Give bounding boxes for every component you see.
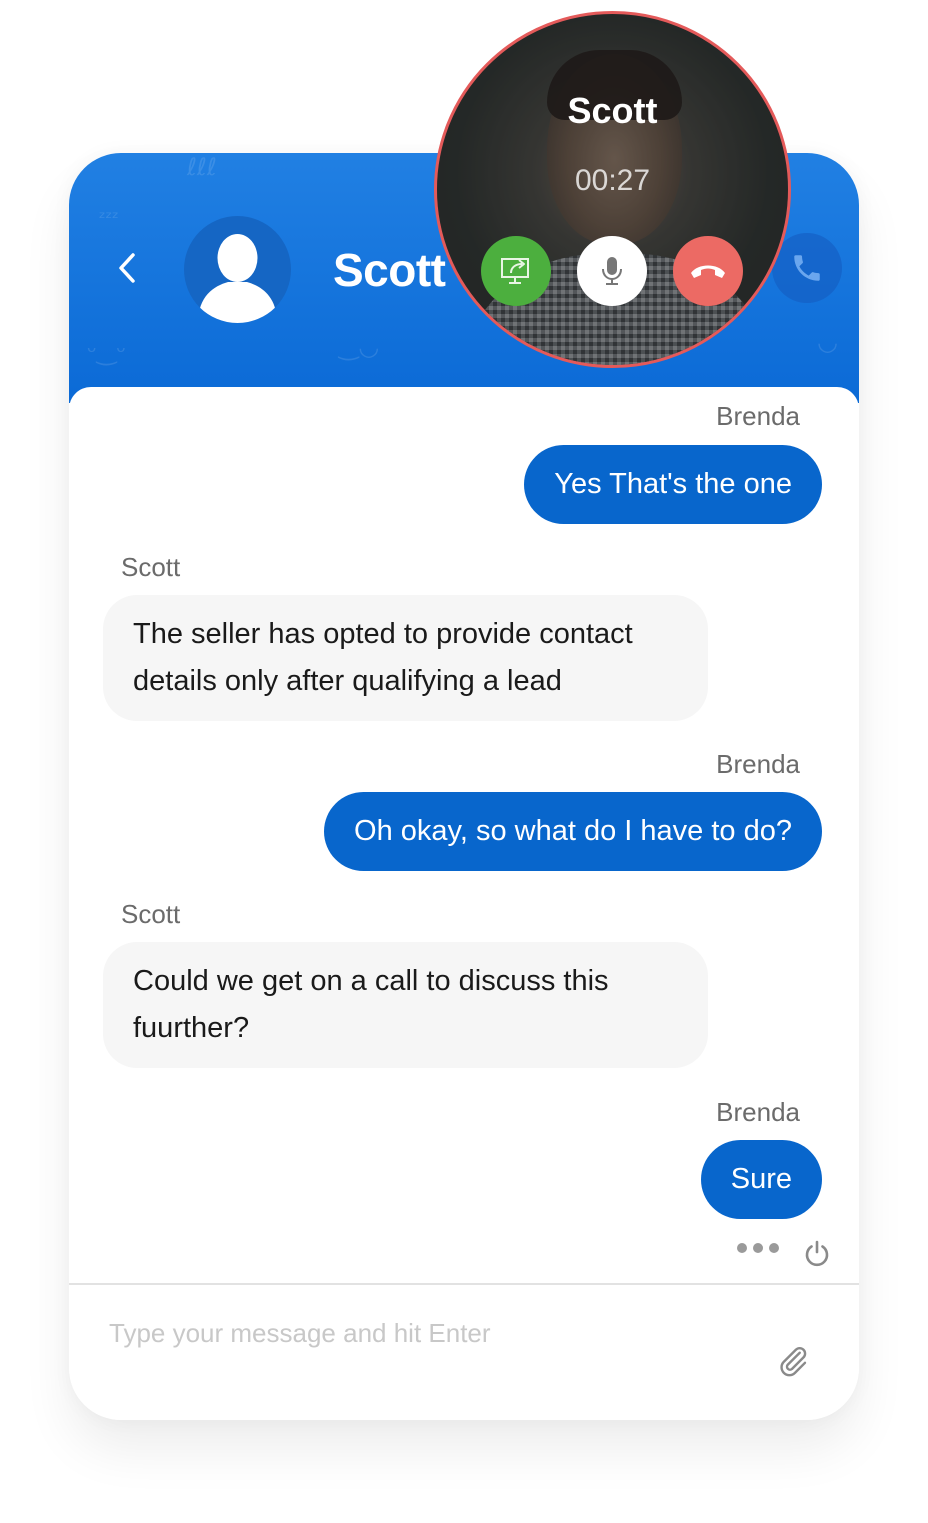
more-options-button[interactable]: [737, 1243, 779, 1253]
doodle-decoration: ℓℓℓ: [187, 153, 217, 181]
back-button[interactable]: [109, 248, 145, 288]
microphone-icon: [602, 257, 622, 285]
more-dots-icon: [737, 1243, 747, 1253]
video-call-overlay[interactable]: Scott 00:27: [434, 11, 791, 368]
message-sender: Scott: [121, 899, 181, 929]
hang-up-icon: [691, 265, 725, 278]
doodle-decoration: ᵕ‿ᵕ: [87, 338, 127, 366]
composer-divider: [69, 1283, 859, 1285]
screen-share-icon: [501, 258, 529, 284]
end-chat-button[interactable]: [803, 1239, 831, 1267]
message-sender: Brenda: [716, 1097, 800, 1127]
attach-file-button[interactable]: [775, 1343, 811, 1379]
share-screen-button[interactable]: [481, 236, 551, 306]
call-duration: 00:27: [574, 164, 651, 197]
incoming-message: The seller has opted to provide contact …: [103, 595, 708, 721]
message-list: Brenda Yes That's the one Scott The sell…: [69, 387, 859, 1420]
caller-name: Scott: [567, 90, 658, 131]
doodle-decoration: ‿◡: [339, 333, 380, 361]
incoming-message: Could we get on a call to discuss this f…: [103, 942, 708, 1068]
phone-icon: [794, 255, 820, 281]
chevron-left-icon: [119, 253, 135, 283]
end-call-button[interactable]: [673, 236, 743, 306]
message-sender: Brenda: [716, 401, 800, 431]
outgoing-message: Yes That's the one: [524, 445, 822, 524]
power-icon: [805, 1240, 829, 1267]
message-sender: Scott: [121, 552, 181, 582]
doodle-decoration: ◡: [817, 328, 838, 356]
more-dots-icon: [769, 1243, 779, 1253]
message-input[interactable]: [109, 1313, 749, 1353]
mute-button[interactable]: [577, 236, 647, 306]
paperclip-icon: [780, 1346, 807, 1377]
outgoing-message: Oh okay, so what do I have to do?: [324, 792, 822, 871]
outgoing-message: Sure: [700, 1140, 822, 1219]
message-sender: Brenda: [716, 749, 800, 779]
contact-name: Scott: [333, 244, 446, 296]
doodle-decoration: ᶻᶻᶻ: [99, 208, 119, 229]
more-dots-icon: [753, 1243, 763, 1253]
contact-avatar[interactable]: [184, 216, 291, 323]
user-silhouette-icon: [198, 234, 277, 323]
